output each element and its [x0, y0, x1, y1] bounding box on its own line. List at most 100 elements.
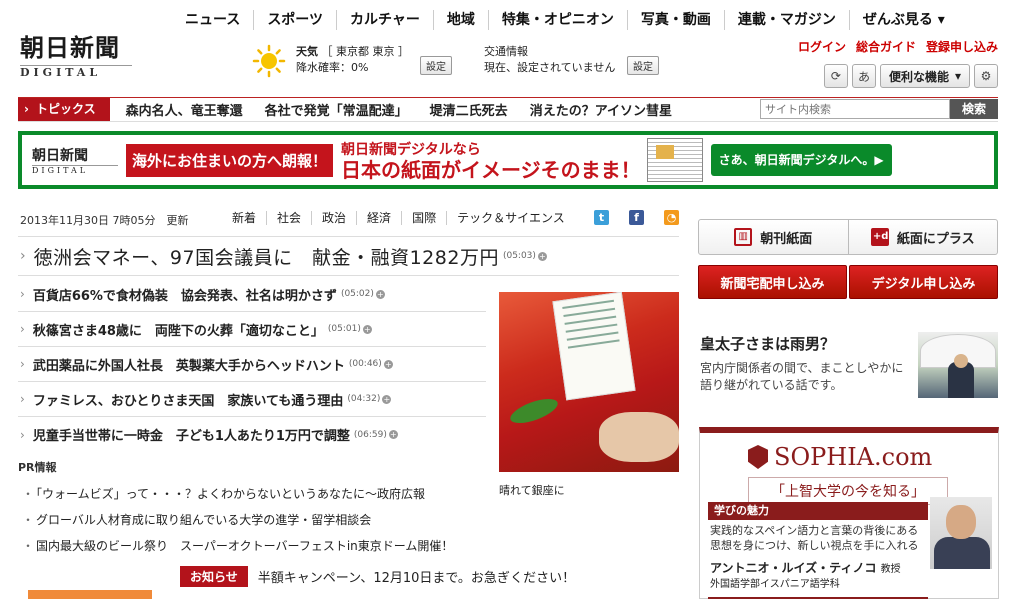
lead-time: (05:03): [502, 251, 536, 261]
ad-professor-name: アントニオ・ルイズ・ティノコ: [710, 561, 877, 575]
feature-title[interactable]: 皇太子さまは雨男？: [700, 333, 910, 354]
cat-tech-science[interactable]: テック＆サイエンス: [446, 211, 575, 225]
traffic-status: 現在、設定されていません: [484, 61, 616, 74]
morning-paper-button[interactable]: ▥ 朝刊紙面: [699, 220, 848, 254]
ad-brand-name: SOPHIA.com: [774, 443, 933, 471]
weather-location: ［ 東京都 東京 ］: [321, 45, 410, 58]
photo-leaf: [507, 393, 561, 429]
home-delivery-button[interactable]: 新聞宅配申し込み: [698, 265, 847, 299]
refresh-icon[interactable]: ⟳: [823, 64, 848, 88]
lead-headline[interactable]: › 徳洲会マネー、97国会議員に 献金・融資1282万円 (05:03) +: [18, 236, 679, 276]
digital-subscribe-button[interactable]: デジタル申し込み: [849, 265, 998, 299]
rss-icon[interactable]: ◔: [664, 210, 679, 225]
twitter-icon[interactable]: t: [594, 210, 609, 225]
site-search: 検索: [760, 99, 998, 119]
cat-latest[interactable]: 新着: [232, 211, 266, 225]
asahi-logo[interactable]: 朝日新聞 DIGITAL: [20, 28, 140, 79]
feature-article[interactable]: 皇太子さまは雨男？ 宮内庁関係者の間で、まことしやかに語り継がれている話です。: [700, 333, 910, 394]
nav-local[interactable]: 地域: [432, 10, 488, 30]
news-row[interactable]: › 武田薬品に外国人社長 英製薬大手からヘッドハント (00:46) +: [18, 347, 486, 382]
portrait-face: [946, 505, 976, 539]
search-input[interactable]: [760, 99, 950, 119]
guide-link[interactable]: 総合ガイド: [856, 38, 916, 55]
news-title[interactable]: 武田薬品に外国人社長 英製薬大手からヘッドハント: [33, 355, 345, 374]
register-link[interactable]: 登録申し込み: [926, 38, 998, 55]
ad-strip: 学びの魅力: [708, 502, 928, 520]
portrait-body: [934, 537, 990, 569]
feature-description: 宮内庁関係者の間で、まことしやかに語り継がれている話です。: [700, 361, 904, 392]
crest-icon: [748, 445, 768, 469]
topic-item[interactable]: 堤清二氏死去: [430, 100, 508, 119]
login-link[interactable]: ログイン: [798, 38, 846, 55]
cat-politics[interactable]: 政治: [311, 211, 356, 225]
plus-icon: +: [383, 359, 393, 369]
nav-photo-video[interactable]: 写真・動画: [626, 10, 724, 30]
news-row[interactable]: › 百貨店66%で食材偽装 協会発表、社名は明かさず (05:02) +: [18, 277, 486, 312]
font-size-button[interactable]: あ: [851, 64, 876, 88]
logo-en: DIGITAL: [20, 65, 132, 79]
news-title[interactable]: 秋篠宮さま48歳に 両陛下の火葬「適切なこと」: [33, 320, 324, 339]
traffic-settings-button[interactable]: 設定: [627, 56, 659, 75]
weather-rain: 降水確率：0%: [296, 61, 369, 74]
promo-banner[interactable]: 朝日新聞 DIGITAL 海外にお住まいの方へ朗報！ 朝日新聞デジタルなら 日本…: [18, 131, 998, 189]
news-photo[interactable]: [499, 292, 679, 472]
orange-banner-edge: [28, 590, 152, 599]
facebook-icon[interactable]: f: [629, 210, 644, 225]
banner-overseas-label: 海外にお住まいの方へ朗報！: [126, 143, 334, 177]
plus-icon: +: [375, 289, 385, 299]
gear-icon[interactable]: ⚙: [974, 64, 998, 88]
ad-professor-role: 教授: [880, 564, 901, 575]
nav-news[interactable]: ニュース: [172, 10, 253, 30]
topic-item[interactable]: 消えたの？アイソン彗星: [530, 100, 672, 119]
banner-message: 朝日新聞デジタルなら 日本の紙面がイメージそのまま！: [341, 140, 641, 180]
social-icons: t f ◔: [594, 210, 679, 225]
pr-item[interactable]: グローバル人材育成に取り組んでいる大学の進学・留学相談会: [22, 507, 453, 533]
topic-item[interactable]: 各社で発覚「常温配達」: [265, 100, 408, 119]
pr-item[interactable]: 「ウォームビズ」って・・・？よくわからないというあなたに～政府広報: [22, 481, 453, 507]
cat-economy[interactable]: 経済: [356, 211, 401, 225]
weather-settings-button[interactable]: 設定: [420, 56, 452, 75]
news-row[interactable]: › 児童手当世帯に一時金 子ども1人あたり1万円で調整 (06:59) +: [18, 417, 486, 452]
ad-tagline: 「上智大学の今を知る」: [748, 477, 948, 505]
pr-item[interactable]: 国内最大級のビール祭り スーパーオクトーバーフェストin東京ドーム開催！: [22, 533, 453, 559]
news-row[interactable]: › ファミレス、おひとりさま天国 家族いても通う理由 (04:32) +: [18, 382, 486, 417]
nav-sports[interactable]: スポーツ: [253, 10, 336, 30]
chevron-right-icon: ›: [20, 322, 25, 336]
paper-buttons: ▥ 朝刊紙面 +d 紙面にプラス: [698, 219, 998, 255]
topics-label: トピックス: [18, 98, 110, 121]
ad-professor: アントニオ・ルイズ・ティノコ 教授: [710, 559, 901, 576]
banner-line1: 朝日新聞デジタルなら: [341, 142, 481, 158]
photo-caption[interactable]: 晴れて銀座に: [499, 482, 565, 498]
nav-magazine[interactable]: 連載・マガジン: [723, 10, 849, 30]
feature-photo[interactable]: [918, 332, 998, 398]
topic-item[interactable]: 森内名人、竜王奪還: [126, 100, 243, 119]
features-dropdown[interactable]: 便利な機能 ▾: [879, 64, 970, 88]
cat-society[interactable]: 社会: [266, 211, 311, 225]
sophia-ad[interactable]: SOPHIA.com 「上智大学の今を知る」 学びの魅力 実践的なスペイン語力と…: [699, 427, 999, 599]
banner-cta-button[interactable]: さあ、朝日新聞デジタルへ。▶: [710, 144, 892, 176]
news-row[interactable]: › 秋篠宮さま48歳に 両陛下の火葬「適切なこと」 (05:01) +: [18, 312, 486, 347]
nav-all[interactable]: ぜんぶ見る ▾: [848, 10, 958, 30]
news-title[interactable]: 百貨店66%で食材偽装 協会発表、社名は明かさず: [33, 285, 337, 304]
news-title[interactable]: ファミレス、おひとりさま天国 家族いても通う理由: [33, 390, 344, 409]
search-button[interactable]: 検索: [950, 99, 998, 119]
plus-icon: +: [388, 430, 398, 439]
lead-title[interactable]: 徳洲会マネー、97国会議員に 献金・融資1282万円: [34, 243, 499, 270]
newspaper-image: [646, 138, 703, 182]
cat-international[interactable]: 国際: [401, 211, 446, 225]
news-time: (05:01): [327, 324, 361, 334]
news-title[interactable]: 児童手当世帯に一時金 子ども1人あたり1万円で調整: [33, 425, 350, 444]
subscribe-buttons: 新聞宅配申し込み デジタル申し込み: [698, 265, 998, 299]
chevron-right-icon: ›: [20, 357, 25, 371]
chevron-right-icon: ›: [20, 427, 25, 442]
traffic-widget: 交通情報 現在、設定されていません: [484, 44, 615, 76]
paper-plus-label: 紙面にプラス: [896, 231, 975, 247]
plus-icon: +: [382, 394, 392, 404]
weather-title: 天気: [296, 45, 318, 58]
nav-opinion[interactable]: 特集・オピニオン: [487, 10, 627, 30]
category-nav: 新着 社会 政治 経済 国際 テック＆サイエンス: [232, 211, 575, 225]
nav-culture[interactable]: カルチャー: [336, 10, 433, 30]
ad-department: 外国語学部イスパニア語学科: [710, 579, 840, 590]
notice-text[interactable]: 半額キャンペーン、12月10日まで。お急ぎください！: [258, 567, 575, 586]
paper-plus-button[interactable]: +d 紙面にプラス: [847, 220, 998, 254]
